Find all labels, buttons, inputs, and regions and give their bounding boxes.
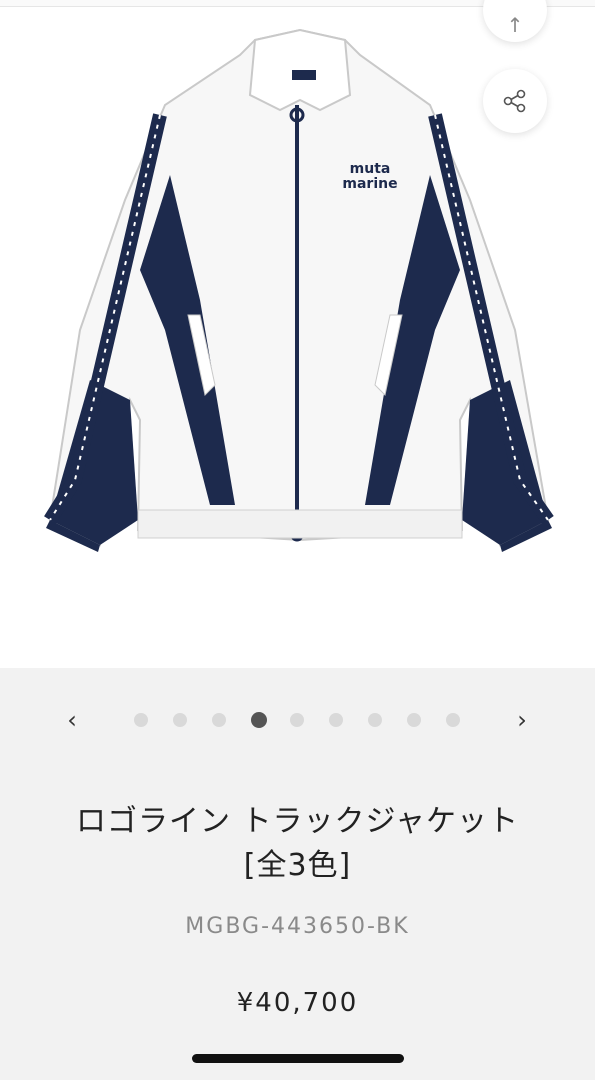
product-title-line2: [全3色] [243,848,352,883]
image-carousel-nav: ‹ › [0,700,595,740]
carousel-dots [130,712,470,729]
arrow-up-icon: ↑ [506,13,524,37]
carousel-dot[interactable] [212,713,226,727]
carousel-dot[interactable] [368,713,382,727]
product-image[interactable]: muta marine ↑ [0,0,595,668]
carousel-dot[interactable] [446,713,460,727]
share-icon [503,89,526,113]
share-button[interactable] [483,69,547,133]
product-title-line1: ロゴライン トラックジャケット [75,804,520,839]
home-indicator [192,1054,404,1063]
carousel-dot[interactable] [173,713,187,727]
product-price: ¥40,700 [236,988,359,1018]
product-code: MGBG-443650-BK [185,914,410,939]
carousel-dot[interactable] [407,713,421,727]
product-title: ロゴライン トラックジャケット [全3色] [0,800,595,888]
carousel-dot[interactable] [329,713,343,727]
carousel-dot[interactable] [134,713,148,727]
jacket-logo: muta marine [342,161,398,192]
carousel-dot[interactable] [290,713,304,727]
carousel-dot-active[interactable] [251,712,267,728]
next-image-button[interactable]: › [508,704,536,736]
prev-image-button[interactable]: ‹ [58,704,86,736]
